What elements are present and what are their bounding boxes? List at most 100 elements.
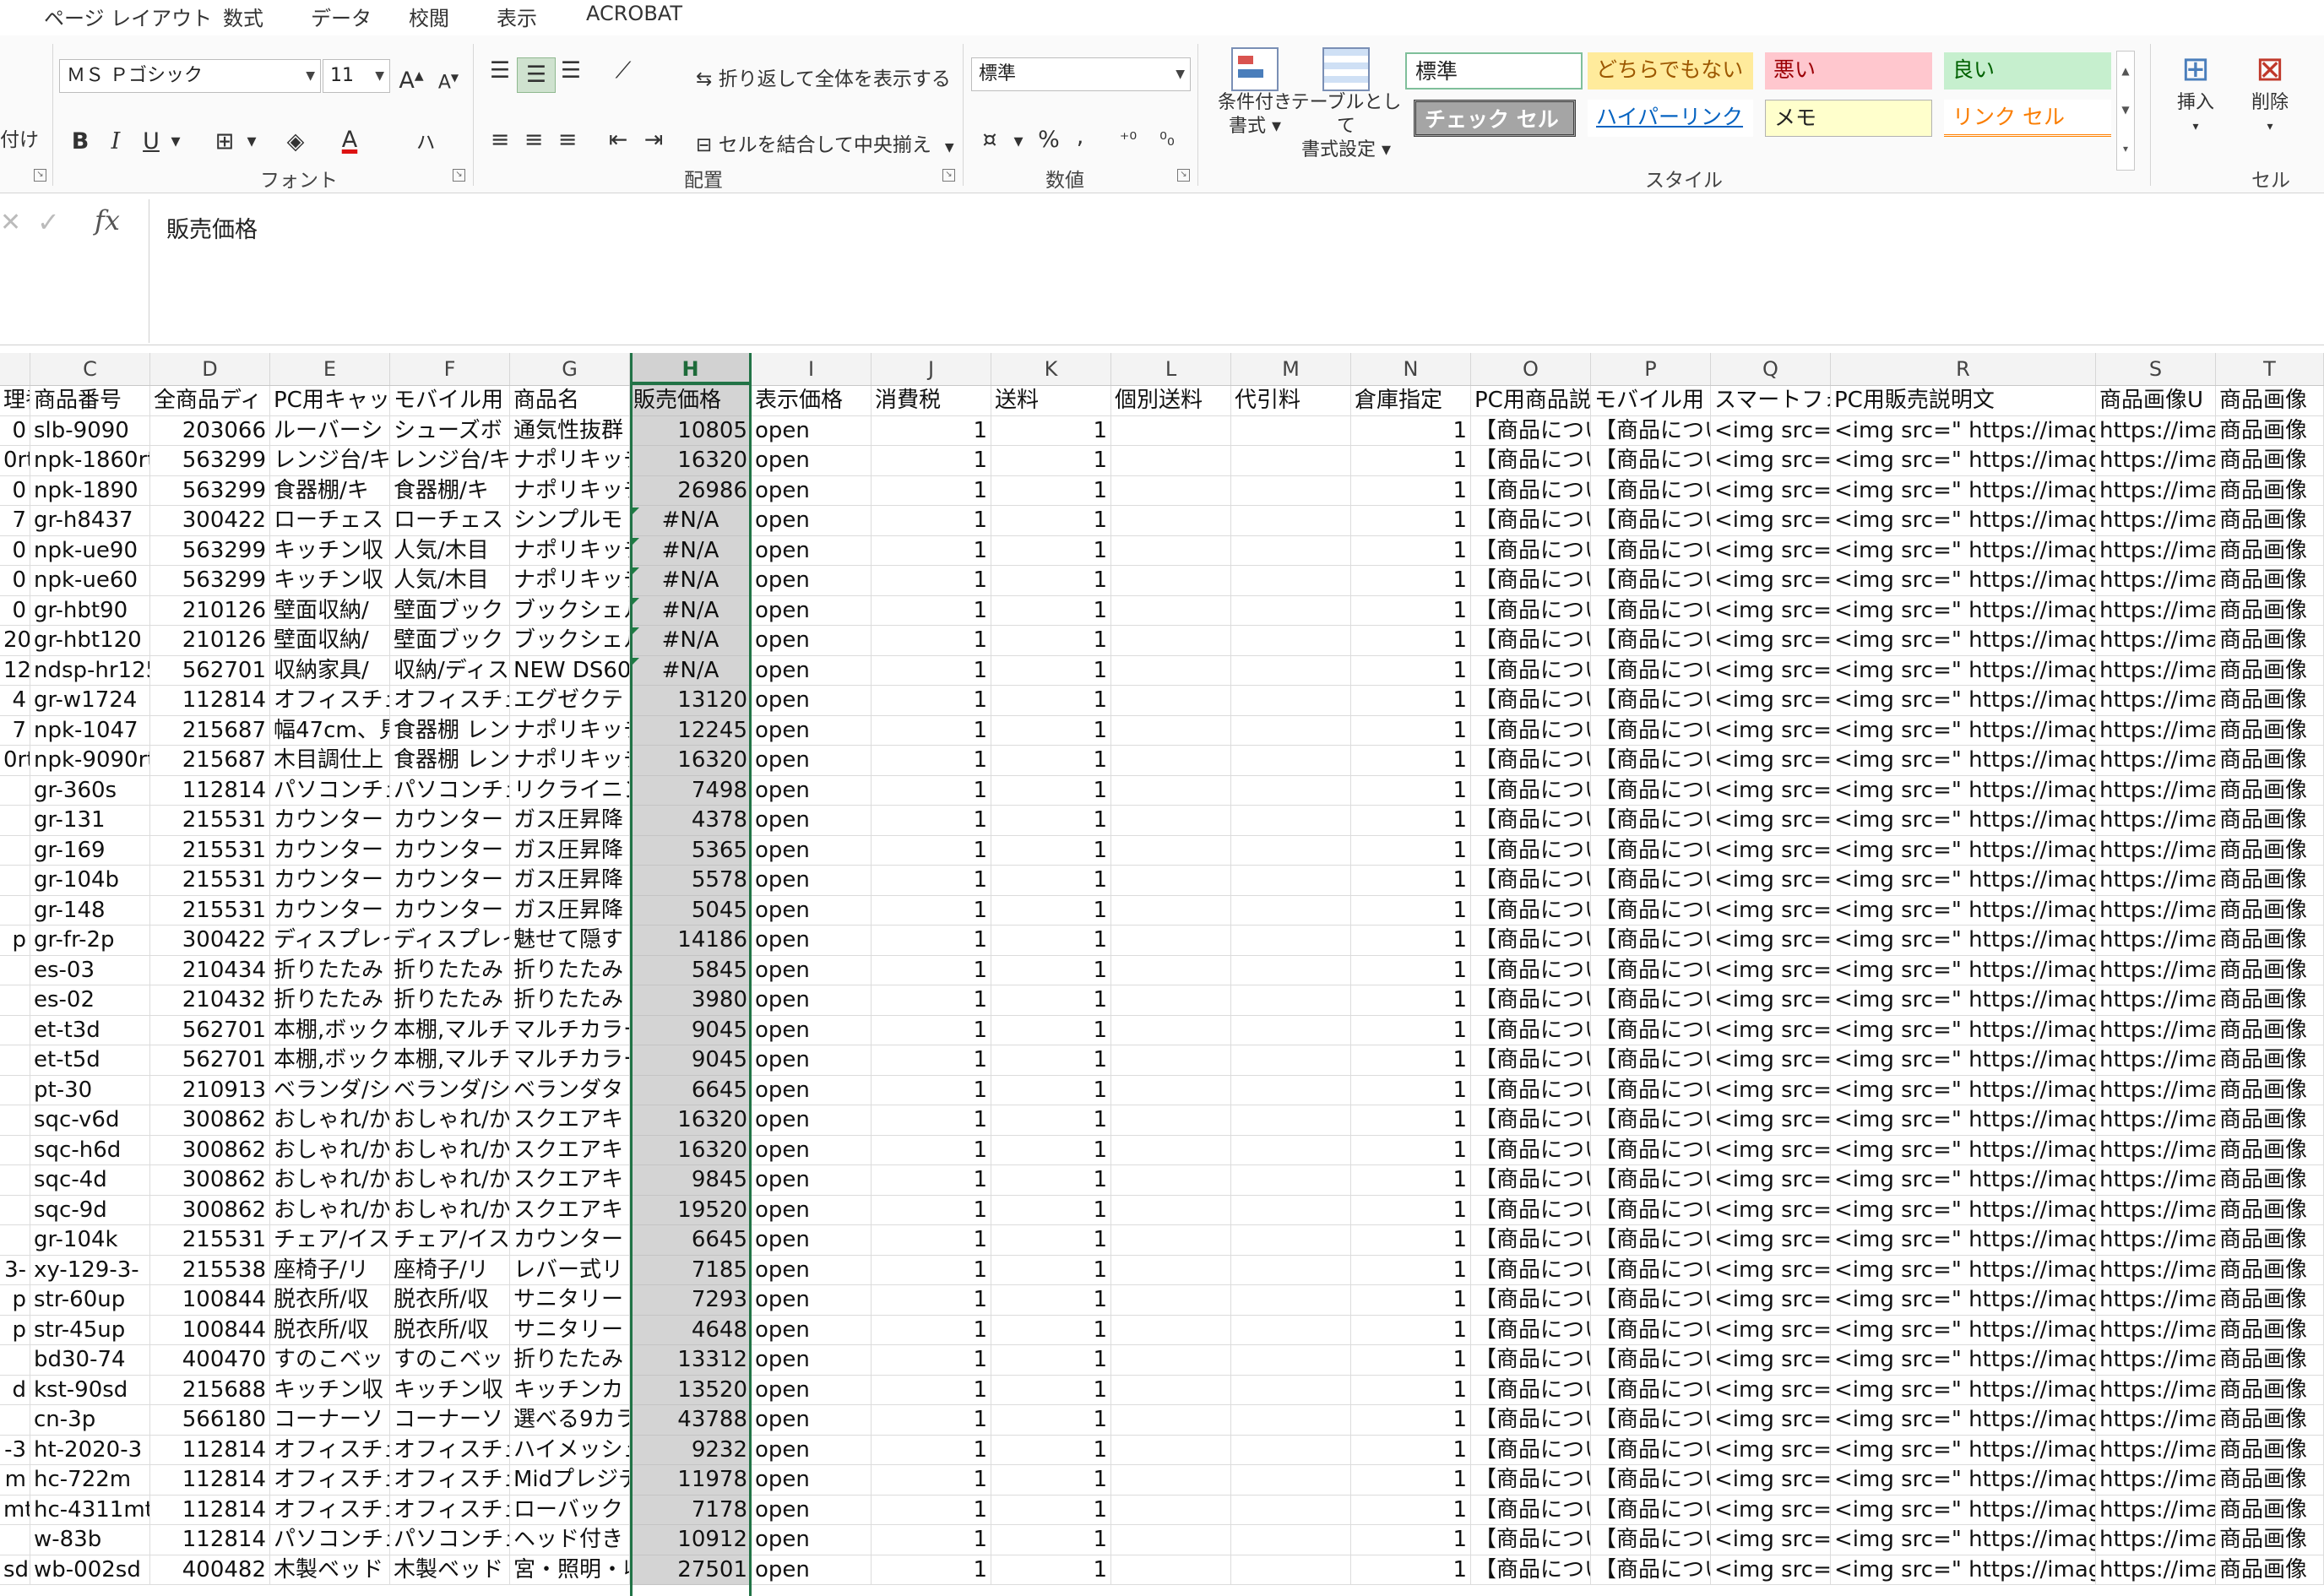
- cell-c[interactable]: gr-hbt120: [30, 626, 150, 656]
- cell-b[interactable]: [0, 775, 30, 806]
- cell-h[interactable]: 26986: [630, 475, 752, 506]
- cell-i[interactable]: open: [752, 1105, 872, 1136]
- bold-button[interactable]: B: [68, 125, 93, 159]
- cell-h[interactable]: 7178: [630, 1495, 752, 1525]
- cell-m[interactable]: [1231, 806, 1351, 836]
- cell-p[interactable]: 【商品につい: [1591, 1075, 1711, 1105]
- cell-f[interactable]: オフィスチェ: [390, 1465, 510, 1496]
- font-size-combo[interactable]: 11 ▼: [323, 59, 390, 93]
- cell-l[interactable]: [1111, 1015, 1231, 1045]
- cell-t[interactable]: 商品画像: [2216, 866, 2324, 896]
- cell-j[interactable]: 1: [872, 1255, 991, 1285]
- cell-f[interactable]: 食器棚/キ: [390, 475, 510, 506]
- cell-i[interactable]: open: [752, 746, 872, 776]
- worksheet-grid[interactable]: CDEFGHIJKLMNOPQRST 理番商品番号全商品ディPC用キャッモバイル…: [0, 353, 2324, 1596]
- cell-j[interactable]: 1: [872, 926, 991, 956]
- cell-m[interactable]: [1231, 775, 1351, 806]
- cell-b[interactable]: [0, 1015, 30, 1045]
- cell-s[interactable]: https://image.rakuter: [2096, 1435, 2216, 1465]
- cell-q[interactable]: <img src=": [1711, 1405, 1831, 1436]
- cell-l[interactable]: [1111, 1555, 1231, 1585]
- header-cell-q[interactable]: スマートフォ: [1711, 386, 1831, 416]
- header-cell-i[interactable]: 表示価格: [752, 386, 872, 416]
- column-header-m[interactable]: M: [1231, 353, 1351, 385]
- cell-i[interactable]: open: [752, 926, 872, 956]
- cell-h[interactable]: 27501: [630, 1555, 752, 1585]
- cell-i[interactable]: open: [752, 595, 872, 626]
- cell-k[interactable]: 1: [991, 955, 1111, 985]
- cell-c[interactable]: wb-002sd: [30, 1555, 150, 1585]
- cell-f[interactable]: キッチン収: [390, 1375, 510, 1405]
- cell-n[interactable]: 1: [1351, 926, 1471, 956]
- cell-n[interactable]: 1: [1351, 1165, 1471, 1196]
- cell-j[interactable]: 1: [872, 1495, 991, 1525]
- cell-c[interactable]: es-02: [30, 985, 150, 1016]
- cell-p[interactable]: 【商品につい: [1591, 1255, 1711, 1285]
- cell-f[interactable]: レンジ台/キ: [390, 446, 510, 476]
- cell-p[interactable]: 【商品につい: [1591, 1105, 1711, 1136]
- cell-r[interactable]: <img src=" https://image: [1831, 835, 2096, 866]
- cell-j[interactable]: 1: [872, 895, 991, 926]
- cell-n[interactable]: 1: [1351, 1525, 1471, 1555]
- style-hyperlink[interactable]: ハイパーリンク: [1588, 100, 1753, 137]
- cell-n[interactable]: 1: [1351, 655, 1471, 686]
- cell-c[interactable]: ht-2020-3: [30, 1435, 150, 1465]
- cell-d[interactable]: 215688: [150, 1375, 270, 1405]
- cell-c[interactable]: gr-169: [30, 835, 150, 866]
- cell-p[interactable]: 【商品につい: [1591, 446, 1711, 476]
- cell-i[interactable]: open: [752, 715, 872, 746]
- cell-g[interactable]: ベランダタ: [510, 1075, 630, 1105]
- cell-q[interactable]: <img src=": [1711, 1255, 1831, 1285]
- cell-o[interactable]: 【商品につい: [1471, 595, 1591, 626]
- cell-g[interactable]: スクエアキ: [510, 1135, 630, 1165]
- cell-e[interactable]: チェア/イス: [270, 1225, 390, 1256]
- cell-q[interactable]: <img src=": [1711, 955, 1831, 985]
- cell-c[interactable]: gr-104b: [30, 866, 150, 896]
- cell-o[interactable]: 【商品につい: [1471, 895, 1591, 926]
- cell-e[interactable]: ルーバーシ: [270, 415, 390, 446]
- format-as-table-button[interactable]: テーブルとして 書式設定 ▾: [1287, 47, 1405, 162]
- tab-formulas[interactable]: 数式: [223, 2, 263, 31]
- cell-l[interactable]: [1111, 1285, 1231, 1316]
- cell-b[interactable]: 7: [0, 715, 30, 746]
- cell-q[interactable]: <img src=": [1711, 1225, 1831, 1256]
- cell-g[interactable]: 折りたたみ: [510, 955, 630, 985]
- cell-k[interactable]: 1: [991, 1225, 1111, 1256]
- cell-t[interactable]: 商品画像: [2216, 926, 2324, 956]
- cell-q[interactable]: <img src=": [1711, 626, 1831, 656]
- cell-n[interactable]: 1: [1351, 1225, 1471, 1256]
- cell-c[interactable]: str-60up: [30, 1285, 150, 1316]
- cell-n[interactable]: 1: [1351, 715, 1471, 746]
- cell-l[interactable]: [1111, 895, 1231, 926]
- cell-b[interactable]: [0, 1525, 30, 1555]
- cell-n[interactable]: 1: [1351, 1015, 1471, 1045]
- cell-f[interactable]: おしゃれ/か: [390, 1105, 510, 1136]
- cell-i[interactable]: open: [752, 655, 872, 686]
- cell-b[interactable]: [0, 955, 30, 985]
- cell-h[interactable]: 13120: [630, 686, 752, 716]
- cell-q[interactable]: <img src=": [1711, 746, 1831, 776]
- cell-h[interactable]: 5045: [630, 895, 752, 926]
- cell-o[interactable]: 【商品につい: [1471, 1165, 1591, 1196]
- cell-i[interactable]: open: [752, 535, 872, 566]
- cell-f[interactable]: カウンター: [390, 806, 510, 836]
- cell-c[interactable]: npk-1890: [30, 475, 150, 506]
- cell-q[interactable]: <img src=": [1711, 655, 1831, 686]
- cell-e[interactable]: 収納家具/: [270, 655, 390, 686]
- cell-m[interactable]: [1231, 1285, 1351, 1316]
- cell-n[interactable]: 1: [1351, 1375, 1471, 1405]
- cell-f[interactable]: チェア/イス: [390, 1225, 510, 1256]
- cell-d[interactable]: 563299: [150, 566, 270, 596]
- cell-o[interactable]: 【商品につい: [1471, 866, 1591, 896]
- cell-b[interactable]: 3-: [0, 1255, 30, 1285]
- cell-o[interactable]: 【商品につい: [1471, 746, 1591, 776]
- cell-h[interactable]: #N/A: [630, 535, 752, 566]
- cell-d[interactable]: 300862: [150, 1195, 270, 1225]
- cell-m[interactable]: [1231, 895, 1351, 926]
- cell-o[interactable]: 【商品につい: [1471, 1375, 1591, 1405]
- cell-i[interactable]: open: [752, 686, 872, 716]
- cell-r[interactable]: <img src=" https://image: [1831, 895, 2096, 926]
- style-good[interactable]: 良い: [1944, 52, 2111, 90]
- cell-p[interactable]: 【商品につい: [1591, 985, 1711, 1016]
- cell-c[interactable]: es-03: [30, 955, 150, 985]
